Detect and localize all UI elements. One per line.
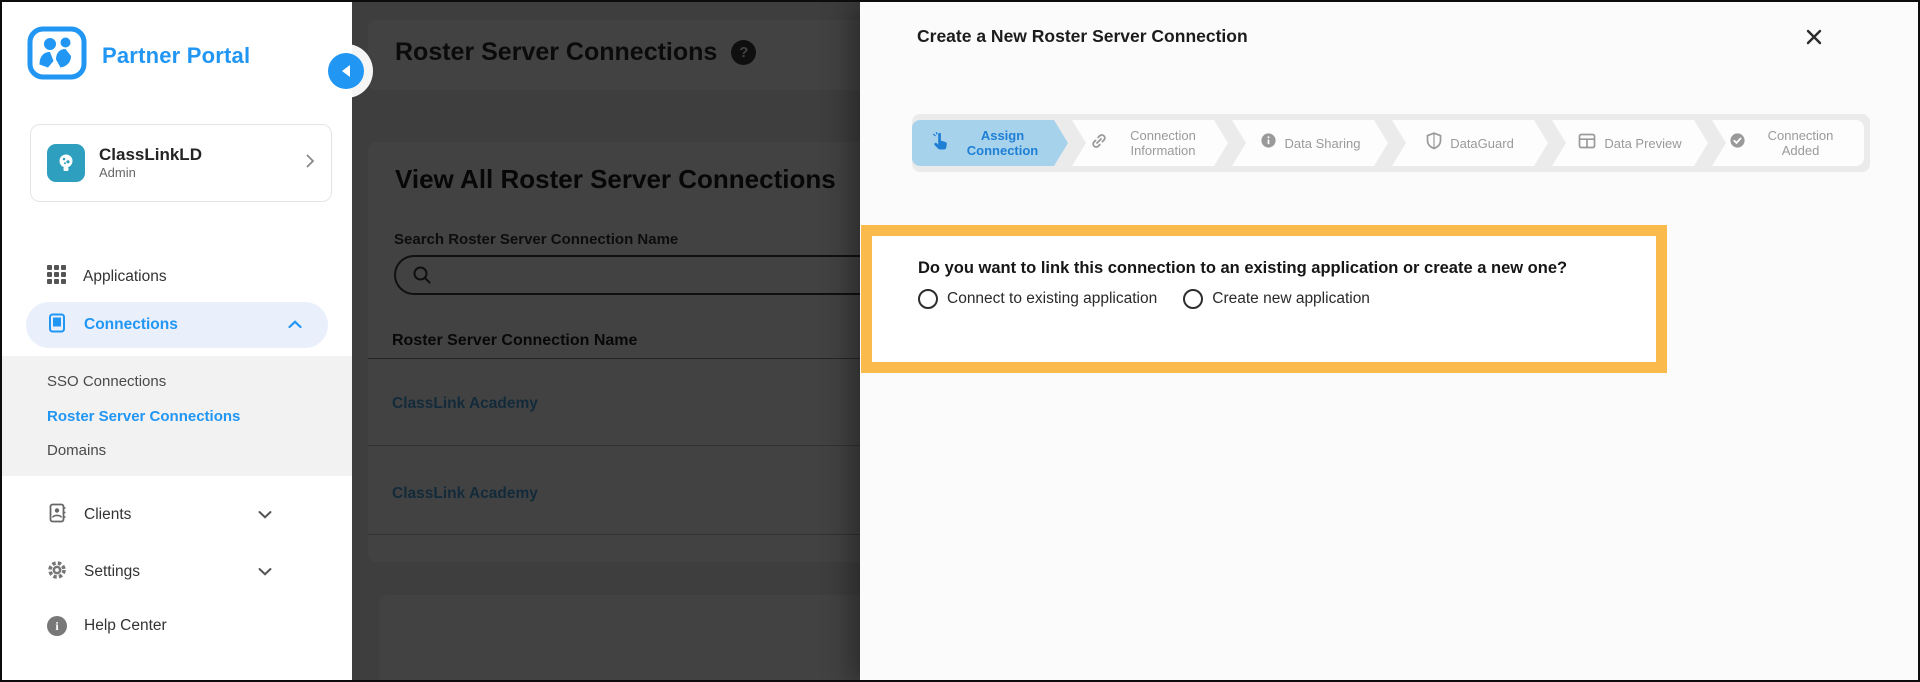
application-choice-group: Connect to existing application Create n… — [918, 289, 1656, 310]
sidebar-item-connections[interactable]: Connections — [26, 302, 328, 348]
step-connection-information: Connection Information — [1072, 120, 1228, 166]
sidebar-item-label: Connections — [84, 316, 178, 333]
avatar — [47, 144, 85, 182]
modal-title: Create a New Roster Server Connection — [917, 26, 1248, 46]
sidebar-item-roster-server-connections[interactable]: Roster Server Connections — [47, 408, 352, 425]
assign-connection-highlight-panel: Do you want to link this connection to a… — [861, 225, 1667, 373]
radio-button-icon[interactable] — [918, 289, 938, 310]
brand-title: Partner Portal — [102, 42, 251, 68]
brand-logo-row: Partner Portal — [27, 26, 250, 85]
apps-grid-icon — [47, 265, 66, 289]
sidebar-collapse-button[interactable] — [328, 53, 364, 89]
sidebar-item-domains[interactable]: Domains — [47, 442, 352, 459]
pointer-hand-icon — [931, 132, 948, 155]
sidebar-item-sso-connections[interactable]: SSO Connections — [47, 373, 352, 390]
step-data-preview: Data Preview — [1552, 120, 1708, 166]
chevron-down-icon — [258, 506, 272, 524]
close-button[interactable] — [1805, 28, 1827, 50]
info-icon — [1260, 132, 1277, 154]
profile-card[interactable]: ClassLinkLD Admin — [30, 124, 332, 202]
radio-button-icon[interactable] — [1183, 289, 1204, 310]
chevron-right-icon — [306, 154, 315, 173]
address-book-icon — [47, 503, 67, 528]
shield-icon — [1426, 132, 1442, 155]
partner-portal-window: Partner Portal ClassLinkLD Admin Applica… — [0, 0, 1920, 682]
chevron-up-icon — [288, 316, 302, 334]
profile-name: ClassLinkLD — [99, 145, 202, 164]
sidebar-item-clients[interactable]: Clients — [2, 495, 352, 535]
check-circle-icon — [1729, 132, 1746, 154]
create-connection-modal: Create a New Roster Server Connection As… — [860, 2, 1918, 680]
step-dataguard: DataGuard — [1392, 120, 1548, 166]
gear-icon — [47, 560, 67, 585]
sidebar: Partner Portal ClassLinkLD Admin Applica… — [2, 2, 364, 680]
step-connection-added: Connection Added — [1712, 120, 1864, 166]
sidebar-item-applications[interactable]: Applications — [2, 257, 352, 297]
sidebar-item-label: Applications — [83, 268, 167, 285]
sidebar-item-label: Settings — [84, 563, 141, 580]
lightbulb-icon — [59, 154, 73, 171]
step-assign-connection[interactable]: Assign Connection — [912, 120, 1068, 166]
chevron-down-icon — [258, 563, 272, 581]
connections-submenu: SSO Connections Roster Server Connection… — [2, 356, 352, 476]
sidebar-item-help-center[interactable]: i Help Center — [2, 606, 352, 646]
triangle-left-icon — [342, 65, 350, 77]
radio-create-new-application[interactable]: Create new application — [1183, 289, 1370, 310]
background-page: Roster Server Connections ? View All Ros… — [352, 2, 860, 680]
sidebar-item-settings[interactable]: Settings — [2, 552, 352, 592]
radio-connect-existing-application[interactable]: Connect to existing application — [918, 289, 1157, 310]
assign-connection-question: Do you want to link this connection to a… — [918, 259, 1568, 277]
tablet-icon — [47, 313, 67, 338]
table-icon — [1578, 133, 1596, 154]
step-data-sharing: Data Sharing — [1232, 120, 1388, 166]
partner-portal-logo-icon — [27, 26, 87, 85]
link-icon — [1090, 132, 1108, 155]
info-circle-icon: i — [47, 616, 67, 636]
sidebar-item-label: Clients — [84, 506, 132, 523]
profile-role: Admin — [99, 165, 136, 180]
wizard-stepper: Assign Connection Connection Information — [912, 114, 1870, 172]
modal-backdrop[interactable] — [352, 2, 860, 680]
close-icon — [1806, 29, 1822, 45]
sidebar-item-label: Help Center — [84, 617, 167, 634]
